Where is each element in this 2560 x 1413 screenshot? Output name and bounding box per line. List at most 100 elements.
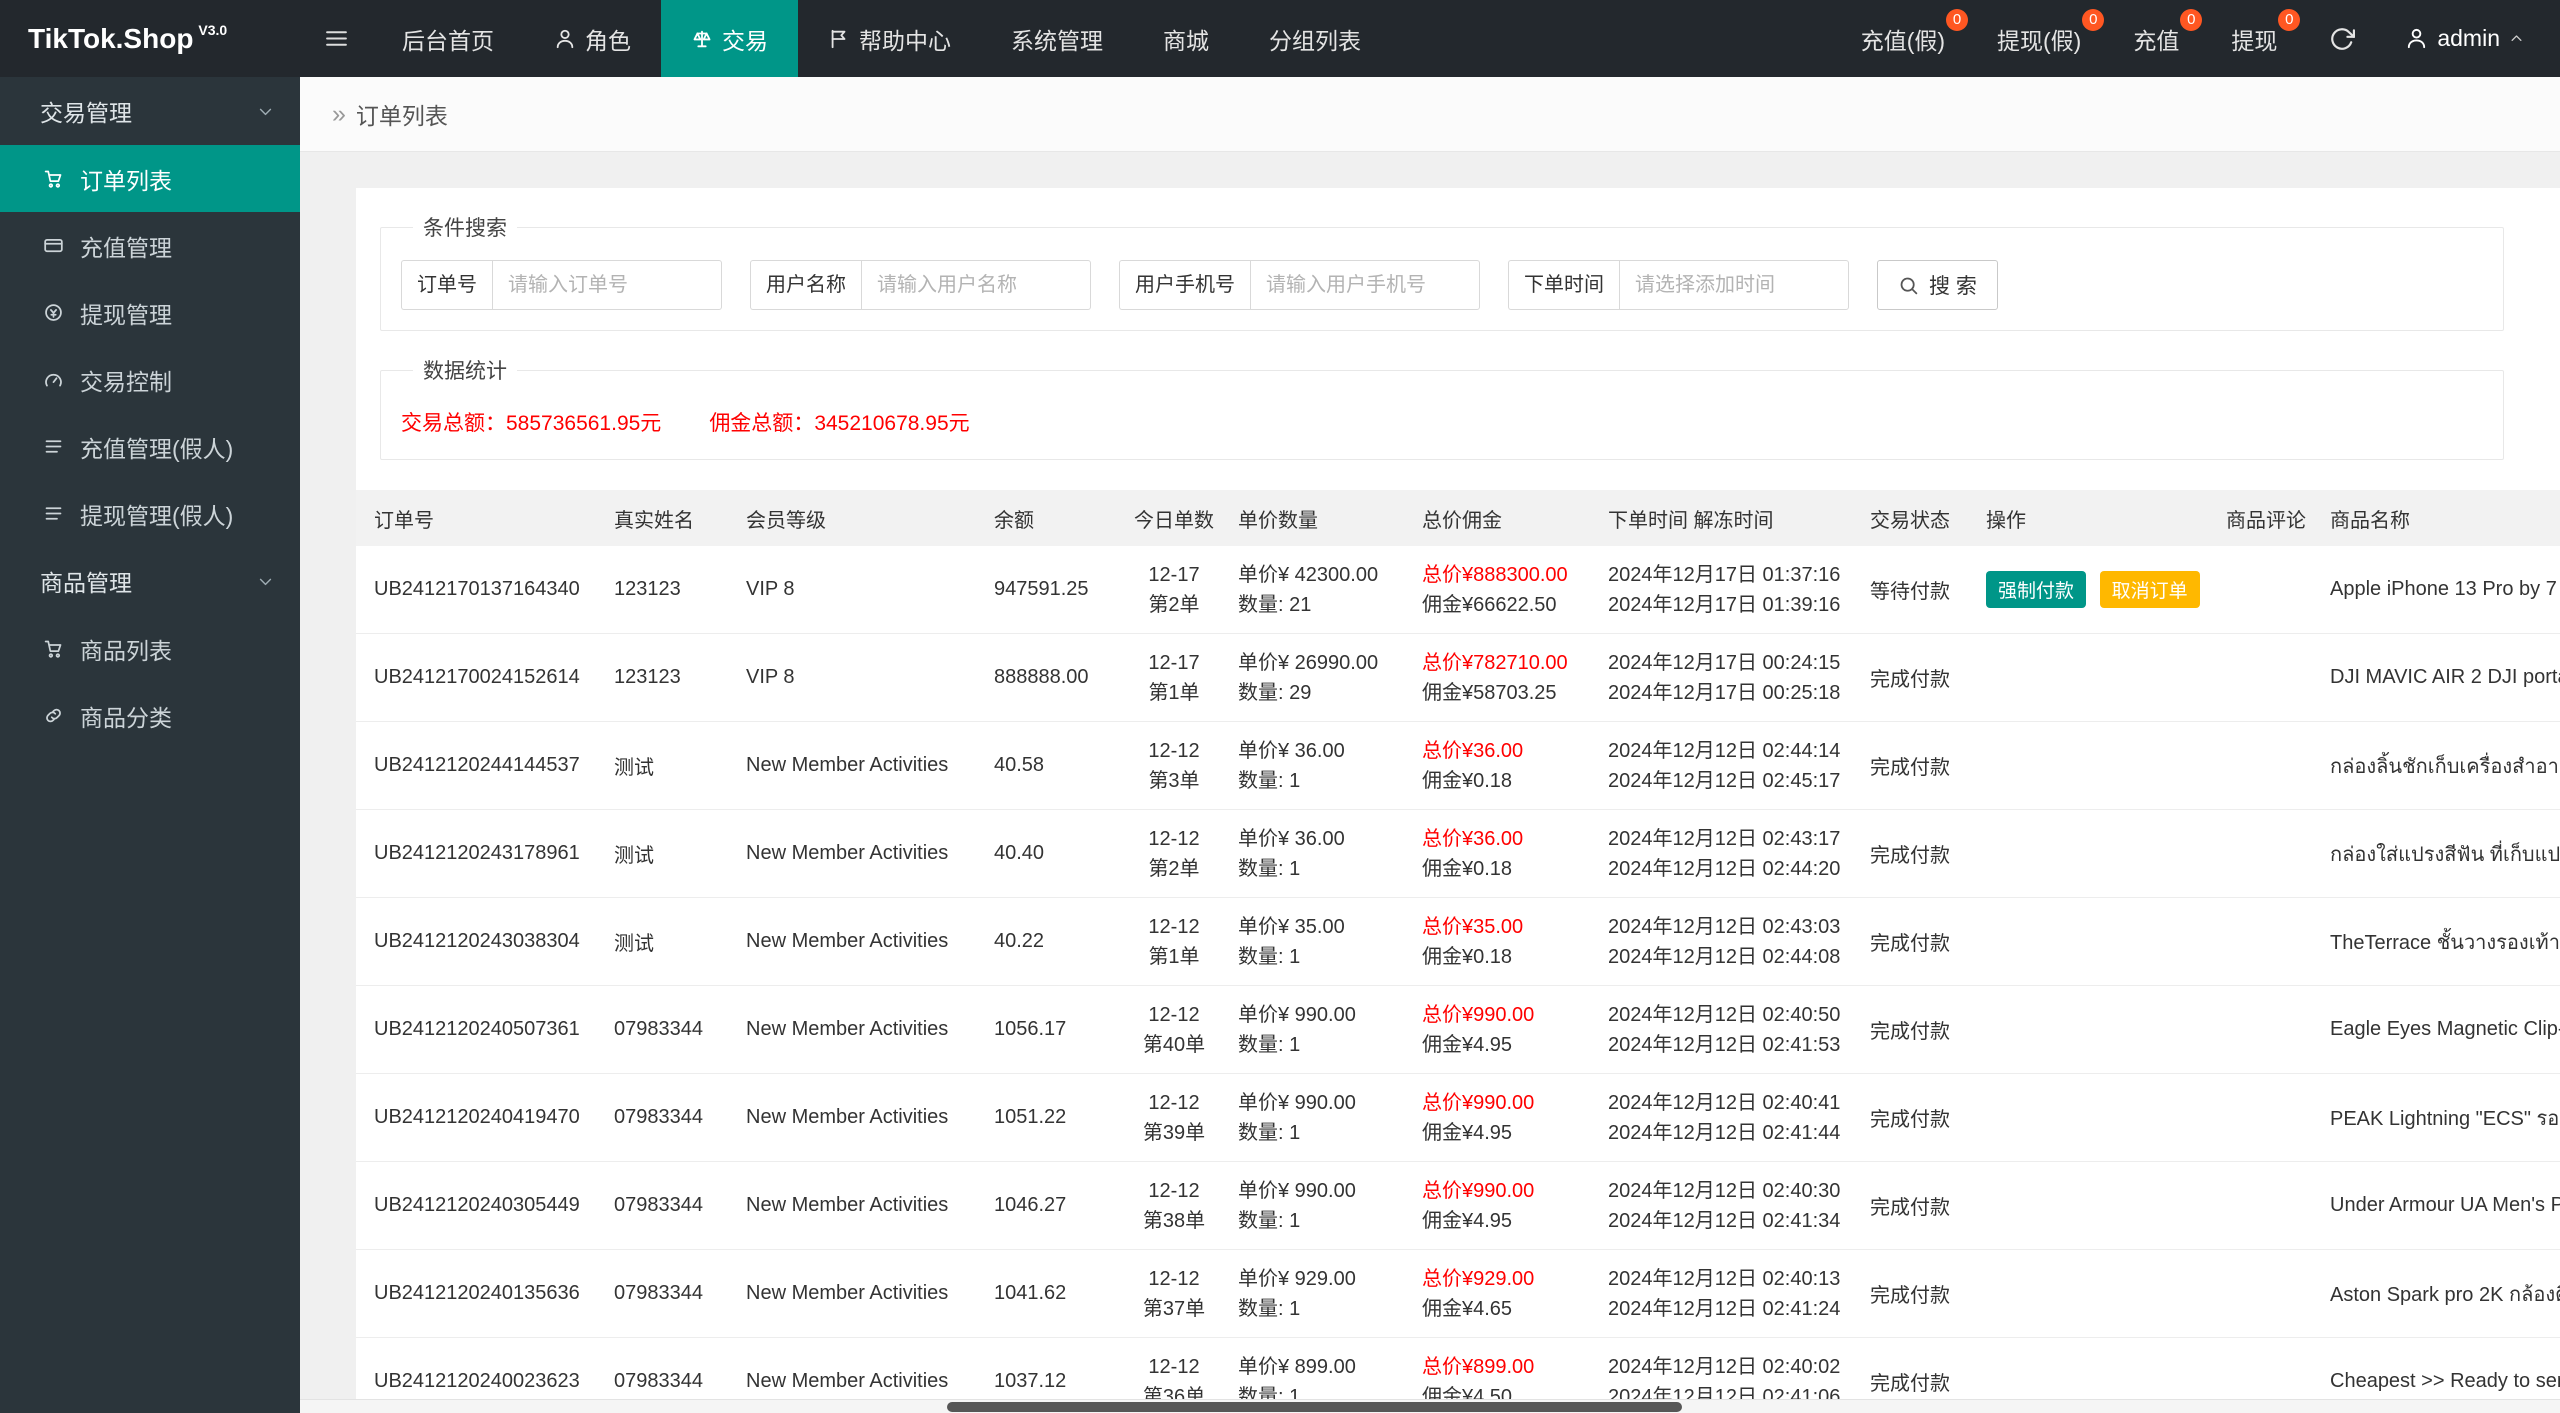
cell-day-orders: 12-12 第40单 [1122, 1000, 1238, 1060]
cell-total-price: 总价¥888300.00 [1422, 563, 1568, 586]
refresh-button[interactable] [2303, 0, 2381, 77]
topbar-nav-item[interactable]: 系统管理 [981, 0, 1133, 77]
cell-balance: 888888.00 [994, 666, 1089, 688]
table-row: UB2412170024152614 123123 VIP 8 888888.0… [356, 634, 2560, 722]
cell-order-time: 2024年12月12日 02:40:02 [1608, 1355, 1841, 1378]
sidebar-item[interactable]: 交易控制 [0, 346, 300, 413]
app-logo[interactable]: TikTok.Shop V3.0 [0, 0, 300, 77]
sidebar-item-label: 提现管理 [80, 301, 172, 328]
nav-item-label: 交易 [722, 27, 768, 54]
sidebar-item[interactable]: 商品列表 [0, 615, 300, 682]
quick-action-button[interactable]: 充值 0 [2107, 0, 2205, 77]
cell-unfreeze-time: 2024年12月12日 02:41:53 [1608, 1033, 1841, 1056]
topbar-nav-item[interactable]: 帮助中心 [798, 0, 981, 77]
sidebar-item[interactable]: 提现管理(假人) [0, 480, 300, 547]
sidebar-item[interactable]: 订单列表 [0, 145, 300, 212]
user-menu[interactable]: admin [2381, 0, 2532, 77]
column-header: 会员等级 [746, 509, 826, 532]
sidebar: 交易管理 订单列表 充值管理 提现管理 交易控制 充值管理(假人) 提现管理(假… [0, 77, 300, 1413]
cell-unit-price: 单价¥ 990.00 [1238, 1003, 1356, 1026]
cell-day: 12-17 [1148, 563, 1200, 586]
cell-unit-price: 单价¥ 35.00 [1238, 915, 1345, 938]
search-field-label: 订单号 [401, 260, 492, 310]
cell-real-name: 测试 [614, 933, 654, 955]
cell-commission: 佣金¥66622.50 [1422, 593, 1557, 616]
cell-unfreeze-time: 2024年12月17日 00:25:18 [1608, 681, 1841, 704]
sidebar-item[interactable]: 提现管理 [0, 279, 300, 346]
sidebar-item-icon [40, 235, 66, 256]
quick-action-button[interactable]: 充值(假) 0 [1835, 0, 1971, 77]
table-row: UB2412120240135636 07983344 New Member A… [356, 1250, 2560, 1338]
quick-action-button[interactable]: 提现(假) 0 [1971, 0, 2107, 77]
column-header: 下单时间 解冻时间 [1608, 509, 1774, 532]
search-field-label: 用户名称 [750, 260, 861, 310]
cell-member-level: VIP 8 [746, 578, 795, 600]
cell-times: 2024年12月12日 02:44:14 2024年12月12日 02:45:1… [1608, 736, 1870, 796]
nav-item-label: 分组列表 [1269, 27, 1361, 54]
app-title: TikTok.Shop [28, 22, 194, 54]
column-header: 总价佣金 [1422, 509, 1502, 532]
breadcrumb-icon: » [332, 99, 346, 128]
table-row: UB2412120244144537 测试 New Member Activit… [356, 722, 2560, 810]
cell-total-commission: 总价¥36.00 佣金¥0.18 [1422, 824, 1608, 884]
topbar-nav-item[interactable]: 交易 [661, 0, 798, 77]
search-button[interactable]: 搜 索 [1877, 260, 1998, 310]
cell-quantity: 数量: 1 [1238, 769, 1301, 792]
cell-times: 2024年12月12日 02:43:17 2024年12月12日 02:44:2… [1608, 824, 1870, 884]
cell-real-name: 07983344 [614, 1018, 703, 1040]
cell-quantity: 数量: 29 [1238, 681, 1312, 704]
search-field-input[interactable] [492, 260, 722, 310]
topbar-nav-item[interactable]: 分组列表 [1239, 0, 1391, 77]
cell-times: 2024年12月17日 00:24:15 2024年12月17日 00:25:1… [1608, 648, 1870, 708]
cell-commission: 佣金¥4.95 [1422, 1033, 1513, 1056]
quick-action-button[interactable]: 提现 0 [2205, 0, 2303, 77]
horizontal-scrollbar[interactable] [300, 1399, 2560, 1413]
nav-item-label: 角色 [585, 27, 631, 54]
cell-product-name: PEAK Lightning "ECS" รองเ [2330, 1107, 2560, 1130]
cell-day-seq: 第40单 [1142, 1033, 1206, 1056]
sidebar-item[interactable]: 商品分类 [0, 682, 300, 749]
cell-times: 2024年12月12日 02:40:41 2024年12月12日 02:41:4… [1608, 1088, 1870, 1148]
notification-badge: 0 [2180, 9, 2203, 31]
sidebar-item[interactable]: 商品管理 [0, 547, 300, 615]
sidebar-item[interactable]: 充值管理 [0, 212, 300, 279]
search-field-input[interactable] [861, 260, 1091, 310]
table-header: 订单号 真实姓名 会员等级 余额 今日单数 单价数量 总价佣金 下单时间 解冻时… [356, 490, 2560, 546]
main-content: 条件搜索 订单号 用户名称 [300, 152, 2560, 1413]
cell-total-price: 总价¥929.00 [1422, 1267, 1535, 1290]
force-pay-button[interactable]: 强制付款 [1986, 571, 2087, 608]
column-header: 交易状态 [1870, 509, 1950, 532]
stats-panel-legend: 数据统计 [423, 360, 507, 383]
search-field-label: 用户手机号 [1119, 260, 1250, 310]
scrollbar-thumb[interactable] [947, 1402, 1682, 1412]
topbar-nav-item[interactable]: 商城 [1133, 0, 1239, 77]
cell-unfreeze-time: 2024年12月17日 01:39:16 [1608, 593, 1841, 616]
cancel-order-button[interactable]: 取消订单 [2099, 571, 2200, 608]
cell-total-price: 总价¥899.00 [1422, 1355, 1535, 1378]
search-panel: 条件搜索 订单号 用户名称 [380, 212, 2504, 331]
cell-day: 12-12 [1148, 1003, 1200, 1026]
cell-times: 2024年12月12日 02:40:30 2024年12月12日 02:41:3… [1608, 1176, 1870, 1236]
topbar-nav-item[interactable]: 角色 [524, 0, 661, 77]
cell-total-commission: 总价¥990.00 佣金¥4.95 [1422, 1176, 1608, 1236]
sidebar-item-label: 商品分类 [80, 704, 172, 731]
cell-unit-price: 单价¥ 929.00 [1238, 1267, 1356, 1290]
search-field-input[interactable] [1619, 260, 1849, 310]
cell-unfreeze-time: 2024年12月12日 02:41:34 [1608, 1209, 1841, 1232]
cell-commission: 佣金¥0.18 [1422, 945, 1513, 968]
cell-day: 12-12 [1148, 827, 1200, 850]
cell-total-commission: 总价¥782710.00 佣金¥58703.25 [1422, 648, 1608, 708]
search-field-input[interactable] [1250, 260, 1480, 310]
topbar-nav-item[interactable]: 后台首页 [372, 0, 524, 77]
sidebar-item[interactable]: 交易管理 [0, 77, 300, 145]
sidebar-toggle-button[interactable] [300, 0, 372, 77]
nav-item-label: 后台首页 [402, 27, 494, 54]
nav-item-label: 帮助中心 [859, 27, 951, 54]
quick-action-label: 提现 [2231, 27, 2278, 54]
stats-panel: 数据统计 交易总额：585736561.95元 佣金总额：345210678.9… [380, 355, 2504, 460]
cell-order-time: 2024年12月12日 02:43:17 [1608, 827, 1841, 850]
cell-unfreeze-time: 2024年12月12日 02:44:20 [1608, 857, 1841, 880]
cell-times: 2024年12月12日 02:40:50 2024年12月12日 02:41:5… [1608, 1000, 1870, 1060]
sidebar-item[interactable]: 充值管理(假人) [0, 413, 300, 480]
cell-unfreeze-time: 2024年12月12日 02:45:17 [1608, 769, 1841, 792]
